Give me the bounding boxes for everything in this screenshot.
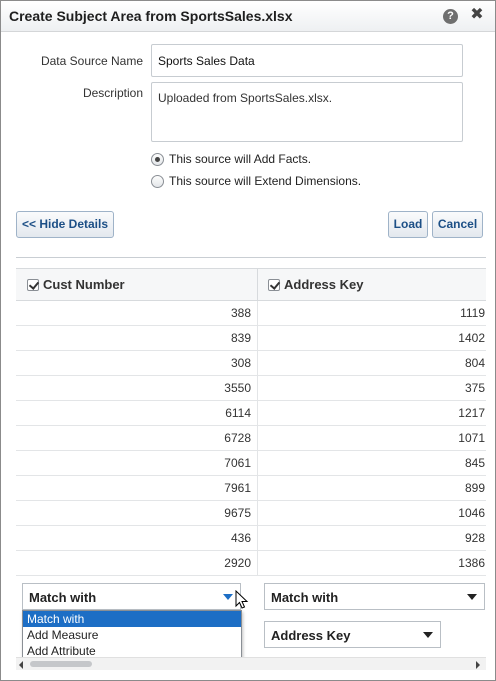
table-row: 3550 375 xyxy=(16,376,486,401)
radio-add-facts[interactable]: This source will Add Facts. xyxy=(151,151,311,167)
load-button[interactable]: Load xyxy=(388,211,428,238)
dialog-title: Create Subject Area from SportsSales.xls… xyxy=(9,8,293,24)
table-row: 6114 1217 xyxy=(16,401,486,426)
hide-details-button[interactable]: << Hide Details xyxy=(16,211,114,238)
table-cell: 1386 xyxy=(458,556,485,570)
dropdown-arrow-icon[interactable] xyxy=(467,594,477,600)
select-value: Match with xyxy=(271,590,339,605)
mouse-pointer-icon xyxy=(235,590,249,609)
table-cell: 9675 xyxy=(16,501,258,525)
table-cell: 308 xyxy=(16,351,258,375)
match-with-dropdown-list: Match with Add Measure Add Attribute xyxy=(22,610,242,662)
radio-add-facts-label: This source will Add Facts. xyxy=(169,152,312,166)
table-row: 839 1402 xyxy=(16,326,486,351)
scrollbar-thumb[interactable] xyxy=(30,661,92,667)
table-cell: 7061 xyxy=(16,451,258,475)
column-header-label: Cust Number xyxy=(43,277,125,292)
table-cell: 388 xyxy=(16,301,258,325)
table-cell: 6728 xyxy=(16,426,258,450)
help-icon[interactable]: ? xyxy=(443,9,458,24)
dialog-titlebar: Create Subject Area from SportsSales.xls… xyxy=(1,1,495,32)
radio-button-checked[interactable] xyxy=(151,152,164,166)
table-cell: 839 xyxy=(16,326,258,350)
checkbox-icon[interactable] xyxy=(268,278,280,291)
horizontal-scrollbar[interactable] xyxy=(16,657,486,670)
table-row: 436 928 xyxy=(16,526,486,551)
table-cell: 1402 xyxy=(458,331,485,345)
dropdown-arrow-icon[interactable] xyxy=(223,594,233,600)
dropdown-option-match-with[interactable]: Match with xyxy=(23,611,241,627)
radio-extend-dimensions-label: This source will Extend Dimensions. xyxy=(169,174,362,188)
select-value: Match with xyxy=(29,590,97,605)
table-cell: 845 xyxy=(464,456,485,470)
checkbox-icon[interactable] xyxy=(27,278,39,291)
radio-extend-dimensions[interactable]: This source will Extend Dimensions. xyxy=(151,173,361,189)
create-subject-area-dialog: Create Subject Area from SportsSales.xls… xyxy=(0,0,496,681)
data-source-name-input[interactable]: Sports Sales Data xyxy=(151,44,463,77)
table-cell: 1217 xyxy=(458,406,485,420)
description-label: Description xyxy=(82,86,143,100)
table-row: 7961 899 xyxy=(16,476,486,501)
table-cell: 1071 xyxy=(458,431,485,445)
table-cell: 1119 xyxy=(460,306,485,320)
table-cell: 2920 xyxy=(16,551,258,575)
select-value: Address Key xyxy=(271,628,351,643)
column-header-label: Address Key xyxy=(284,277,364,292)
address-key-column-select[interactable]: Address Key xyxy=(264,621,441,648)
cust-number-match-select[interactable]: Match with xyxy=(22,583,241,610)
grid-header: Cust Number Address Key xyxy=(16,268,486,301)
table-row: 2920 1386 xyxy=(16,551,486,576)
data-preview-grid: Cust Number Address Key 388 1119 839 1402 … xyxy=(16,258,486,658)
close-icon[interactable]: ✖ xyxy=(468,5,486,25)
table-row: 9675 1046 xyxy=(16,501,486,526)
table-cell: 899 xyxy=(464,481,485,495)
table-row: 6728 1071 xyxy=(16,426,486,451)
grid-rows: 388 1119 839 1402 308 804 3550 375 6114 1217 … xyxy=(16,301,486,576)
chevron-left-icon[interactable] xyxy=(19,661,23,669)
address-key-match-select[interactable]: Match with xyxy=(264,583,485,610)
table-cell: 804 xyxy=(464,356,485,370)
cancel-button[interactable]: Cancel xyxy=(432,211,483,238)
table-row: 388 1119 xyxy=(16,301,486,326)
radio-button-unchecked[interactable] xyxy=(151,174,164,188)
table-row: 7061 845 xyxy=(16,451,486,476)
chevron-right-icon[interactable] xyxy=(476,661,480,669)
dropdown-arrow-icon[interactable] xyxy=(423,632,433,638)
table-row: 308 804 xyxy=(16,351,486,376)
table-cell: 7961 xyxy=(16,476,258,500)
column-header-address-key[interactable]: Address Key xyxy=(258,269,486,300)
table-cell: 436 xyxy=(16,526,258,550)
data-source-name-label: Data Source Name xyxy=(40,54,143,68)
table-cell: 6114 xyxy=(16,401,258,425)
table-cell: 928 xyxy=(464,531,485,545)
table-cell: 375 xyxy=(464,381,485,395)
table-cell: 1046 xyxy=(458,506,485,520)
dropdown-option-add-measure[interactable]: Add Measure xyxy=(23,627,241,643)
description-textarea[interactable]: Uploaded from SportsSales.xlsx. xyxy=(151,82,463,142)
column-header-cust-number[interactable]: Cust Number xyxy=(16,269,258,300)
table-cell: 3550 xyxy=(16,376,258,400)
